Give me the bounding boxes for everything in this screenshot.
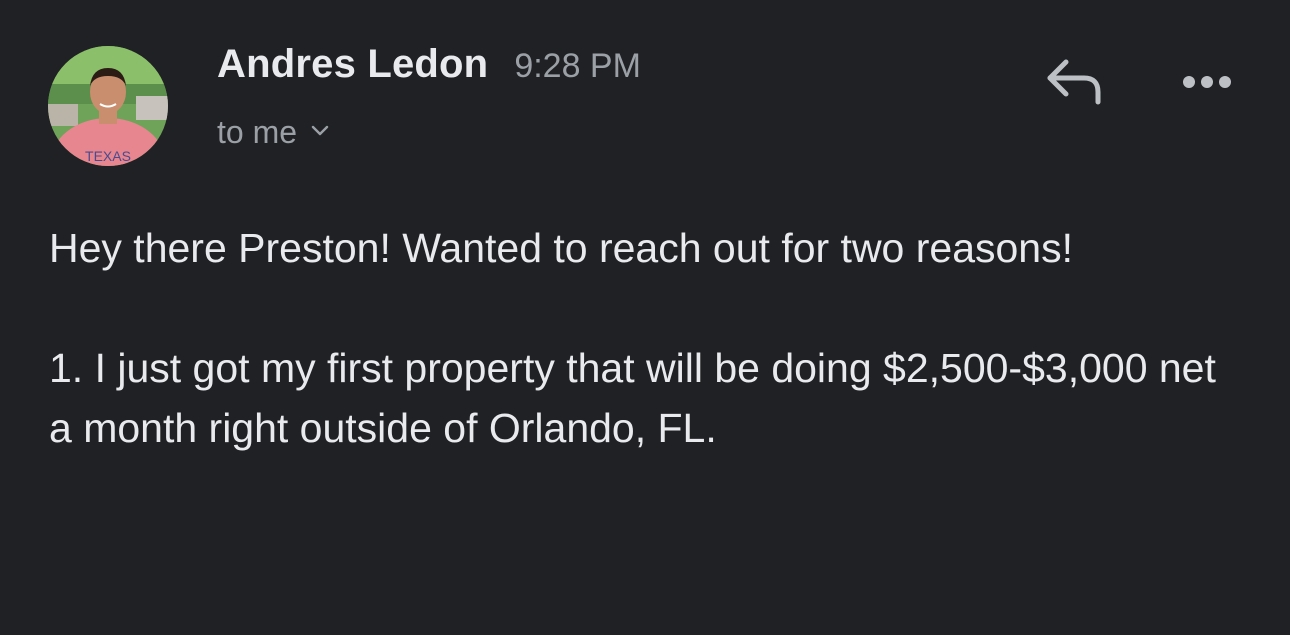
- reply-button[interactable]: [1040, 52, 1110, 112]
- reply-icon: [1047, 59, 1101, 105]
- sender-avatar[interactable]: TEXAS: [48, 46, 168, 166]
- recipient-label: to me: [217, 114, 298, 150]
- message-body: Hey there Preston! Wanted to reach out f…: [49, 218, 1229, 458]
- sender-name[interactable]: Andres Ledon: [217, 42, 488, 87]
- recipient-details-toggle[interactable]: to me: [217, 114, 329, 151]
- sender-line: Andres Ledon 9:28 PM: [217, 42, 641, 87]
- avatar-photo: TEXAS: [48, 46, 168, 166]
- more-options-button[interactable]: [1172, 62, 1242, 102]
- message-timestamp: 9:28 PM: [514, 47, 641, 85]
- more-horizontal-icon: [1183, 76, 1231, 88]
- message-paragraph: 1. I just got my first property that wil…: [49, 345, 1216, 451]
- message-paragraph: Hey there Preston! Wanted to reach out f…: [49, 225, 1073, 271]
- svg-text:TEXAS: TEXAS: [85, 148, 131, 164]
- chevron-down-icon: [311, 124, 329, 142]
